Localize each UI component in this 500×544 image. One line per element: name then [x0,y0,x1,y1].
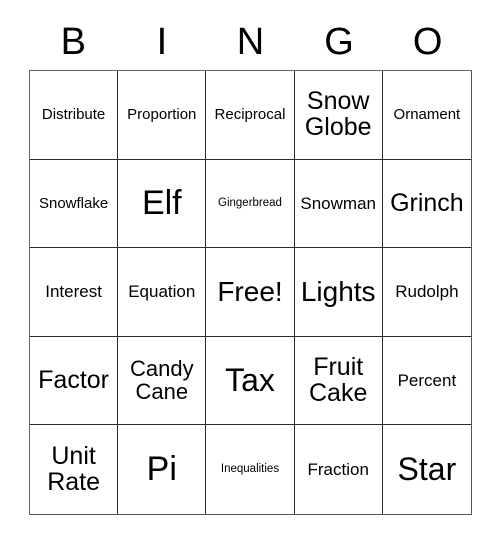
bingo-cell-r1c1[interactable]: Distribute [30,71,119,160]
bingo-cell-r1c3[interactable]: Reciprocal [206,71,295,160]
bingo-cell-label: Free! [217,275,283,307]
bingo-cell-label: Unit Rate [47,442,100,496]
bingo-card: B I N G O Distribute Proportion Reciproc… [0,0,500,544]
bingo-header-letter-n: N [236,21,265,63]
bingo-cell-r3c1[interactable]: Interest [30,248,119,337]
bingo-cell-label: Reciprocal [214,106,286,124]
bingo-cell-r3c5[interactable]: Rudolph [382,248,471,337]
bingo-cell-label: Pi [146,450,177,489]
bingo-header: B I N G O [29,14,472,70]
bingo-cell-free-space[interactable]: Free! [206,248,295,337]
bingo-cell-label: Star [397,451,457,488]
bingo-cell-label: Distribute [41,106,106,124]
bingo-cell-label: Percent [397,370,457,390]
bingo-cell-label: Fruit Cake [309,353,368,407]
bingo-cell-label: Gingerbread [218,196,282,209]
bingo-cell-label: Rudolph [395,282,459,302]
bingo-cell-label: Snowflake [38,194,109,212]
bingo-cell-r4c3[interactable]: Tax [206,336,295,426]
bingo-cell-label: Snow Globe [304,87,372,141]
bingo-cell-label: Proportion [127,106,197,124]
bingo-cell-r2c1[interactable]: Snowflake [30,159,119,249]
bingo-cell-label: Fraction [307,460,369,480]
bingo-cell-label: Inequalities [220,462,280,475]
bingo-cell-label: Grinch [390,188,464,217]
bingo-cell-r5c2[interactable]: Pi [118,425,207,514]
bingo-cell-label: Elf [141,184,182,223]
bingo-cell-r5c5[interactable]: Star [382,425,471,514]
bingo-cell-label: Tax [225,362,275,399]
bingo-cell-r2c3[interactable]: Gingerbread [206,159,295,249]
bingo-header-letter-o: O [412,21,443,63]
bingo-cell-r4c4[interactable]: Fruit Cake [294,336,383,426]
bingo-cell-label: Ornament [393,106,461,124]
bingo-cell-r4c2[interactable]: Candy Cane [118,336,207,426]
bingo-cell-r5c1[interactable]: Unit Rate [30,425,119,514]
bingo-cell-label: Equation [128,282,196,302]
bingo-cell-r5c4[interactable]: Fraction [294,425,383,514]
bingo-cell-r4c5[interactable]: Percent [382,336,471,426]
bingo-cell-r3c4[interactable]: Lights [294,248,383,337]
bingo-header-letter-i: I [156,21,168,63]
bingo-cell-r1c4[interactable]: Snow Globe [294,71,383,160]
bingo-grid: Distribute Proportion Reciprocal Snow Gl… [29,70,472,515]
bingo-cell-label: Snowman [300,193,376,213]
bingo-cell-label: Lights [300,275,376,307]
bingo-cell-r5c3[interactable]: Inequalities [206,425,295,514]
bingo-cell-r2c5[interactable]: Grinch [382,159,471,249]
bingo-cell-label: Factor [38,365,110,394]
bingo-header-letter-g: G [324,21,354,63]
bingo-cell-r1c2[interactable]: Proportion [118,71,207,160]
bingo-cell-r1c5[interactable]: Ornament [382,71,471,160]
bingo-cell-r2c2[interactable]: Elf [118,159,207,249]
bingo-header-letter-b: B [60,21,86,63]
bingo-cell-r3c2[interactable]: Equation [118,248,207,337]
bingo-cell-r4c1[interactable]: Factor [30,336,119,426]
bingo-cell-r2c4[interactable]: Snowman [294,159,383,249]
bingo-cell-label: Interest [45,282,102,302]
bingo-cell-label: Candy Cane [129,356,194,404]
